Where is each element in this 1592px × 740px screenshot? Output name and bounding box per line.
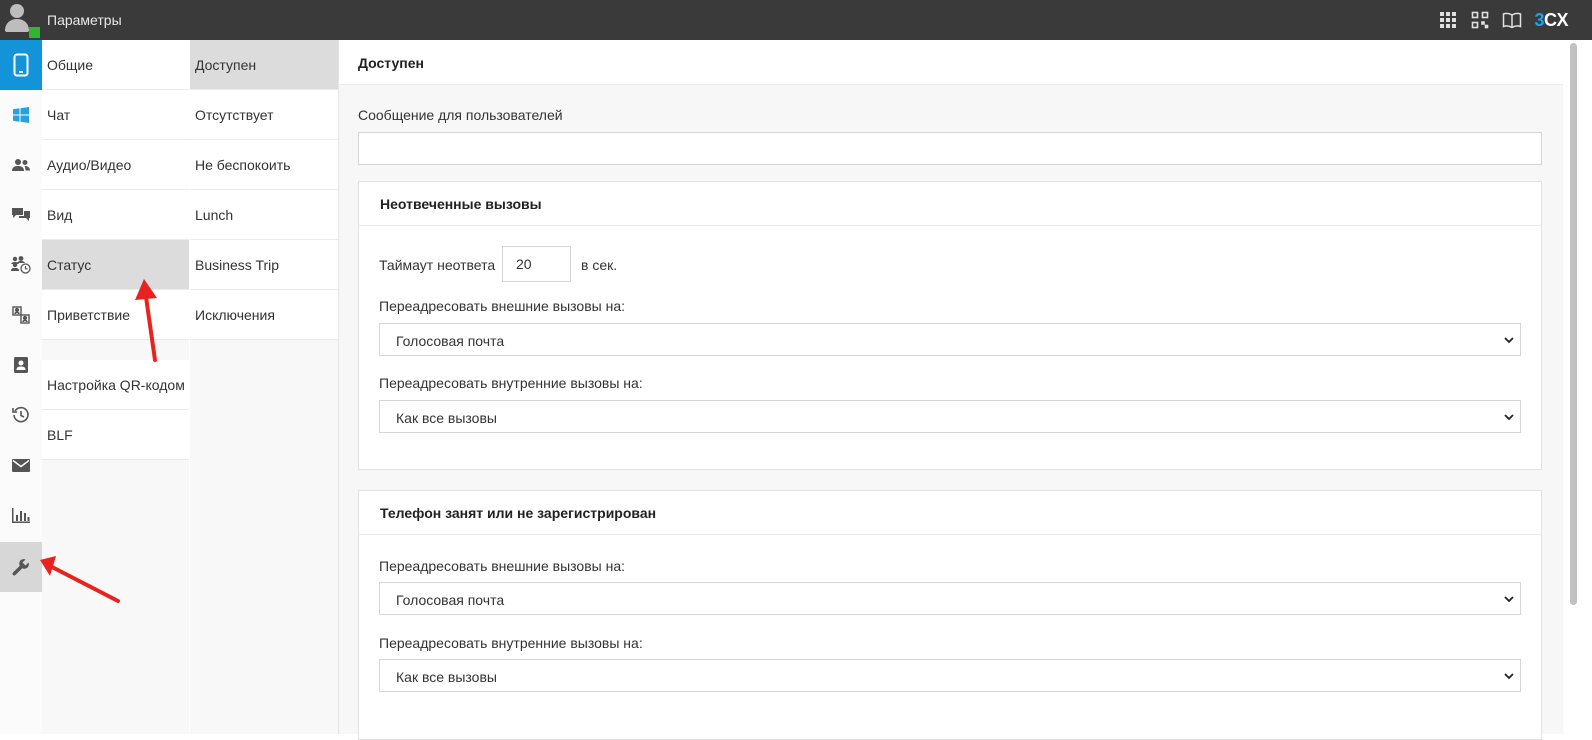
page-title: Параметры	[47, 12, 122, 28]
internal-forward-select[interactable]: Как все вызовы	[379, 400, 1521, 433]
internal-forward-value: Как все вызовы	[396, 410, 497, 426]
top-bar: Параметры 3CX	[0, 0, 1592, 40]
avatar[interactable]	[0, 0, 40, 40]
main-header: Доступен	[339, 40, 1563, 85]
menu-item-greeting[interactable]: Приветствие	[42, 290, 189, 340]
avatar-body	[5, 19, 29, 32]
rail-contacts-switch[interactable]	[0, 290, 42, 340]
menu-item-blf[interactable]: BLF	[42, 410, 189, 460]
busy-external-forward-value: Голосовая почта	[396, 592, 505, 608]
settings-menu: Общие Чат Аудио/Видео Вид Статус Приветс…	[42, 40, 189, 734]
rail-phone[interactable]	[0, 40, 42, 90]
busy-internal-forward-value: Как все вызовы	[396, 669, 497, 685]
unanswered-calls-header: Неотвеченные вызовы	[359, 182, 1541, 226]
timeout-input[interactable]: 20	[502, 246, 571, 282]
windows-icon	[13, 107, 29, 123]
rail-people[interactable]	[0, 140, 42, 190]
chevron-down-icon	[1504, 337, 1514, 344]
contact-card-icon	[14, 357, 28, 373]
icon-rail	[0, 40, 43, 734]
history-icon	[12, 406, 29, 423]
online-status-indicator	[29, 27, 40, 38]
timeout-label: Таймаут неответа	[379, 257, 496, 273]
status-item-available[interactable]: Доступен	[190, 40, 338, 90]
external-forward-value: Голосовая почта	[396, 333, 505, 349]
mail-icon	[12, 458, 30, 472]
rail-windows[interactable]	[0, 90, 42, 140]
wrench-icon	[12, 559, 29, 576]
busy-internal-forward-select[interactable]: Как все вызовы	[379, 659, 1521, 692]
menu-item-view[interactable]: Вид	[42, 190, 189, 240]
menu-item-status[interactable]: Статус	[42, 240, 189, 290]
external-forward-select[interactable]: Голосовая почта	[379, 323, 1521, 356]
unanswered-calls-title: Неотвеченные вызовы	[380, 196, 542, 212]
chevron-down-icon	[1504, 596, 1514, 603]
timeout-unit: в сек.	[581, 257, 618, 273]
book-icon[interactable]	[1502, 10, 1522, 30]
avatar-head	[10, 4, 24, 18]
chat-icon	[12, 208, 30, 221]
main-scrollbar[interactable]	[1563, 40, 1592, 734]
status-menu: Доступен Отсутствует Не беспокоить Lunch…	[190, 40, 339, 734]
top-icons: 3CX	[1438, 8, 1569, 32]
section-title: Доступен	[358, 55, 424, 71]
main-panel: Доступен Сообщение для пользователей Нео…	[339, 40, 1563, 740]
contacts-switch-icon	[12, 306, 30, 324]
rail-history[interactable]	[0, 390, 42, 440]
busy-external-forward-select[interactable]: Голосовая почта	[379, 582, 1521, 615]
rail-mail[interactable]	[0, 440, 42, 490]
status-item-business-trip[interactable]: Business Trip	[190, 240, 338, 290]
phone-icon	[13, 53, 29, 77]
rail-contacts[interactable]	[0, 340, 42, 390]
status-item-exceptions[interactable]: Исключения	[190, 290, 338, 340]
busy-external-forward-label: Переадресовать внешние вызовы на:	[379, 558, 626, 574]
internal-forward-label: Переадресовать внутренние вызовы на:	[379, 375, 643, 391]
menu-item-audio-video[interactable]: Аудио/Видео	[42, 140, 189, 190]
status-item-lunch[interactable]: Lunch	[190, 190, 338, 240]
rail-reports[interactable]	[0, 490, 42, 540]
rail-group-schedule[interactable]	[0, 240, 42, 290]
status-item-dnd[interactable]: Не беспокоить	[190, 140, 338, 190]
external-forward-label: Переадресовать внешние вызовы на:	[379, 298, 626, 314]
menu-item-chat[interactable]: Чат	[42, 90, 189, 140]
group-clock-icon	[11, 256, 31, 274]
menu-item-qr-setup[interactable]: Настройка QR-кодом	[42, 360, 189, 410]
user-message-label: Сообщение для пользователей	[358, 107, 563, 123]
busy-internal-forward-label: Переадресовать внутренние вызовы на:	[379, 635, 643, 651]
chevron-down-icon	[1504, 414, 1514, 421]
busy-card-title: Телефон занят или не зарегистрирован	[380, 505, 657, 521]
rail-chat[interactable]	[0, 190, 42, 240]
status-item-away[interactable]: Отсутствует	[190, 90, 338, 140]
rail-settings[interactable]	[0, 542, 42, 592]
unanswered-calls-card: Неотвеченные вызовы Таймаут неответа 20 …	[358, 181, 1542, 470]
qr-code-icon[interactable]	[1470, 10, 1490, 30]
chart-icon	[12, 507, 30, 523]
people-icon	[12, 159, 30, 171]
apps-grid-icon[interactable]	[1438, 10, 1458, 30]
busy-card: Телефон занят или не зарегистрирован Пер…	[358, 490, 1542, 740]
menu-item-general[interactable]: Общие	[42, 40, 189, 90]
user-message-input[interactable]	[358, 132, 1542, 165]
3cx-logo: 3CX	[1534, 9, 1568, 30]
chevron-down-icon	[1504, 673, 1514, 680]
busy-card-header: Телефон занят или не зарегистрирован	[359, 491, 1541, 535]
scrollbar-thumb[interactable]	[1570, 43, 1577, 605]
